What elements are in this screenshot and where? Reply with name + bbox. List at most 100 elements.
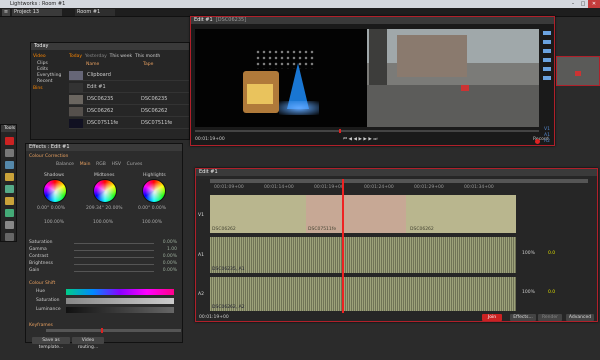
advanced-button[interactable]: Advanced — [566, 314, 594, 321]
render-button[interactable]: Render — [538, 314, 562, 321]
viewer-title: Edit #1 [DSC06235] — [191, 17, 554, 24]
viewer-timecode[interactable]: 00:01:19+00 — [195, 137, 225, 142]
track-label-v1[interactable]: V1 — [198, 213, 204, 218]
viewer-track-a2[interactable]: A2 — [544, 139, 550, 144]
mini-preview-frame[interactable] — [556, 56, 600, 86]
bin-row[interactable]: Clipboard — [69, 70, 189, 81]
video-clip-label: DSC06262 — [410, 227, 434, 232]
tab-rgb[interactable]: RGB — [96, 162, 106, 167]
bin-tool-icon[interactable] — [5, 197, 14, 205]
viewer-tool-icon[interactable] — [5, 149, 14, 157]
source-video-frame[interactable] — [195, 29, 367, 127]
colour-shift-section[interactable]: Colour Shift — [29, 281, 55, 286]
saturation-slider[interactable]: Saturation 0.00% — [29, 240, 179, 246]
tab-balance[interactable]: Balance — [56, 162, 74, 167]
settings-tool-icon[interactable] — [5, 221, 14, 229]
highlights-values: 0.00° 0.00% — [138, 206, 166, 211]
room-name[interactable]: Room #1 — [75, 9, 115, 16]
save-as-template-button[interactable]: Save as template... — [32, 337, 70, 350]
audio-track-a1[interactable]: DSC06235, A1 — [210, 237, 516, 273]
effects-tool-icon[interactable] — [5, 185, 14, 193]
viewer-track-a1[interactable]: A1 — [544, 133, 550, 138]
bin-row[interactable]: DSC07511fe DSC07511fe — [69, 118, 189, 129]
filter-clips[interactable]: Clips — [37, 61, 48, 66]
filter-recent[interactable]: Recent — [37, 79, 53, 84]
viewer-panel: Edit #1 [DSC06235] 00:01:19+00 ⏮◀◀▶▶▶⏭ R… — [190, 16, 555, 146]
filter-video[interactable]: Video — [33, 54, 46, 59]
brightness-slider[interactable]: Brightness 0.00% — [29, 261, 179, 267]
window-title: Lightworks : Room #1 — [10, 1, 66, 7]
viewer-track-v1[interactable]: V1 — [544, 127, 550, 132]
tab-main[interactable]: Main — [80, 162, 91, 167]
filter-edits[interactable]: Edits — [37, 67, 48, 72]
bin-row[interactable]: DSC06262 DSC06262 — [69, 106, 189, 117]
viewer-side-icons[interactable] — [543, 31, 551, 81]
bin-row[interactable]: DSC06235 DSC06235 — [69, 94, 189, 105]
viewer-playhead[interactable] — [339, 129, 341, 133]
record-tool-icon[interactable] — [5, 137, 14, 145]
log-tool-icon[interactable] — [5, 161, 14, 169]
video-routing-button[interactable]: Video routing... — [72, 337, 104, 350]
audio-tool-icon[interactable] — [5, 209, 14, 217]
bin-row[interactable]: Edit #1 — [69, 82, 189, 93]
highlights-wheel[interactable] — [142, 179, 166, 203]
car-image — [461, 85, 469, 91]
filter-bins[interactable]: Bins — [33, 86, 43, 91]
col-tape-header[interactable]: Tape — [143, 62, 153, 67]
project-name[interactable]: Project 13 — [12, 9, 62, 16]
tools-title: Tools — [1, 125, 16, 132]
contrast-slider[interactable]: Contrast 0.00% — [29, 254, 179, 260]
console-tool-icon[interactable] — [5, 233, 14, 241]
folder-tool-icon[interactable] — [5, 173, 14, 181]
join-button[interactable]: Join — [482, 314, 502, 321]
record-icon[interactable] — [535, 139, 540, 144]
timeline-playhead[interactable] — [342, 179, 344, 313]
transport-controls[interactable]: ⏮◀◀▶▶▶⏭ — [343, 136, 403, 143]
video-track[interactable]: DSC06262 DSC07511fe DSC06262 — [210, 195, 516, 233]
today-title: Today — [31, 43, 189, 50]
timeline-ruler[interactable]: 00:01:09+00 00:01:14+00 00:01:19+00 00:0… — [214, 185, 514, 191]
audio-track-a2[interactable]: DSC06262, A2 — [210, 277, 516, 311]
saturation-bar[interactable] — [66, 298, 174, 304]
effects-tabs: Balance Main RGB HSV Curves — [56, 162, 176, 168]
filter-everything[interactable]: Everything — [37, 73, 61, 78]
a2-pan[interactable]: 0.0 — [548, 290, 555, 295]
tab-today[interactable]: Today — [69, 54, 82, 59]
tab-curves[interactable]: Curves — [127, 162, 143, 167]
timeline-scroll[interactable] — [210, 179, 588, 183]
maximize-button[interactable]: □ — [578, 0, 588, 8]
hue-bar[interactable] — [66, 289, 174, 295]
minimize-button[interactable]: – — [568, 0, 578, 8]
effects-button[interactable]: Effects... — [510, 314, 536, 321]
track-label-a2[interactable]: A2 — [198, 292, 204, 297]
ground-image — [367, 85, 539, 127]
mini-car-image — [575, 71, 581, 76]
viewer-scrub-bar[interactable] — [195, 130, 539, 132]
tab-yesterday[interactable]: Yesterday — [85, 54, 107, 59]
hue-label: Hue — [36, 289, 46, 294]
tab-hsv[interactable]: HSV — [112, 162, 121, 167]
colour-correction-section[interactable]: Colour Correction — [29, 154, 68, 159]
close-button[interactable]: ✕ — [588, 0, 600, 8]
track-label-a1[interactable]: A1 — [198, 253, 204, 258]
keyframe-track[interactable] — [46, 329, 181, 332]
timeline-timecode[interactable]: 00:01:19+00 — [199, 315, 229, 320]
record-video-frame[interactable] — [367, 29, 539, 127]
a1-level[interactable]: 100% — [522, 251, 535, 256]
a2-level[interactable]: 100% — [522, 290, 535, 295]
gain-slider[interactable]: Gain 0.00% — [29, 268, 179, 274]
col-name-header[interactable]: Name — [86, 62, 99, 67]
today-bin-panel: Today Today Yesterday This week This mon… — [30, 42, 190, 140]
shadows-wheel[interactable] — [43, 179, 67, 203]
tab-this-month[interactable]: This month — [135, 54, 160, 59]
shadows-values: 0.00° 0.00% — [37, 206, 65, 211]
menu-icon[interactable]: ≡ — [2, 9, 10, 16]
keyframe-marker[interactable] — [101, 328, 103, 333]
audio-clip-label: DSC06235, A1 — [212, 267, 245, 272]
keyframes-label: Keyframes — [29, 323, 53, 328]
tab-this-week[interactable]: This week — [110, 54, 132, 59]
midtones-wheel[interactable] — [93, 179, 117, 203]
a1-pan[interactable]: 0.0 — [548, 251, 555, 256]
luminance-bar[interactable] — [66, 307, 174, 313]
gamma-slider[interactable]: Gamma 1.00 — [29, 247, 179, 253]
